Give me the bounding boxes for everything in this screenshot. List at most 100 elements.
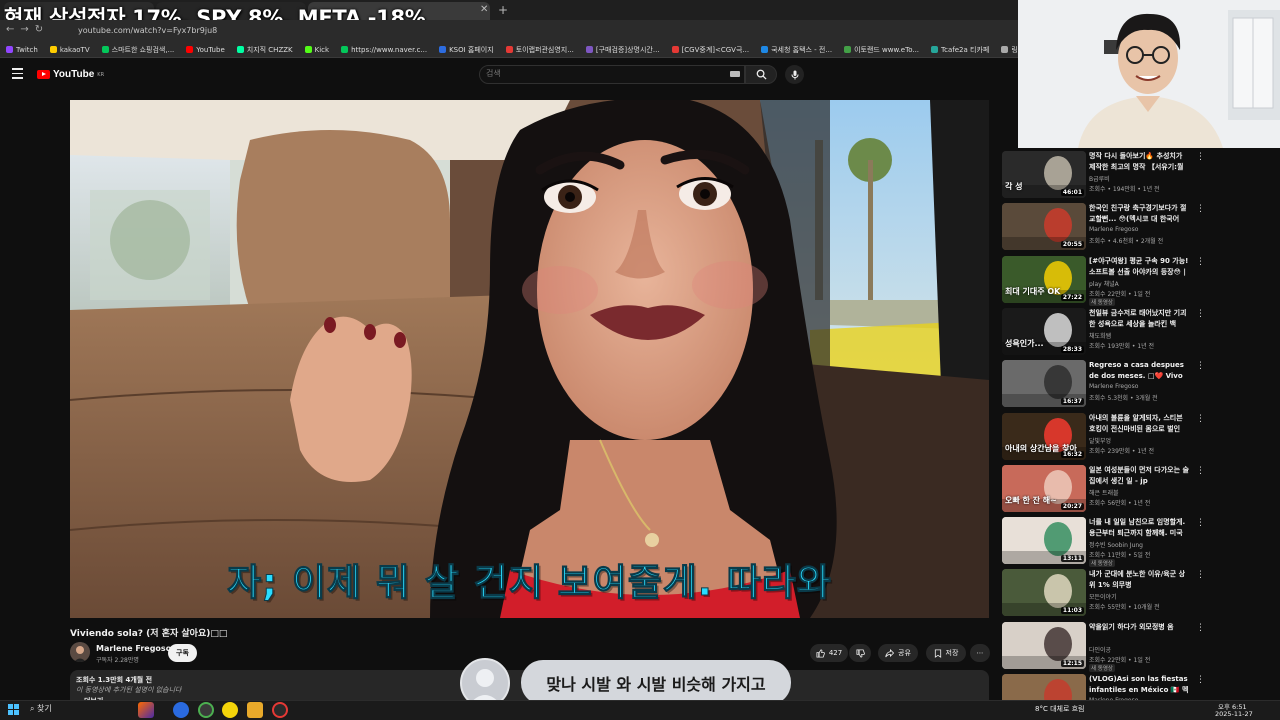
recommendation-channel[interactable]: 모든이야기 (1089, 592, 1117, 601)
recommendation-title[interactable]: [#야구여왕] 평균 구속 90 가능! 소프트볼 선출 아야카의 등장😳 | … (1089, 256, 1189, 278)
recommendation-item[interactable]: 성욕인가... 28:33 천일뷰 금수저로 태어났지만 기괴한 성욕으로 세상을 … (1000, 305, 1280, 357)
browser-nav-icons[interactable]: ←→↻ (6, 24, 49, 35)
more-vertical-icon[interactable]: ⋮ (1196, 518, 1205, 528)
recommendation-title[interactable]: Regreso a casa despues de dos meses. □❤️… (1089, 360, 1189, 382)
search-input[interactable] (486, 69, 706, 78)
more-vertical-icon[interactable]: ⋮ (1196, 675, 1205, 685)
like-button[interactable]: 427 (810, 644, 848, 662)
bookmark-item[interactable]: 이토랜드 www.eTo... (844, 45, 919, 55)
more-vertical-icon[interactable]: ⋮ (1196, 361, 1205, 371)
recommendation-channel[interactable]: 채도희쌤 (1089, 331, 1111, 340)
bookmark-item[interactable]: 토이랩퍼관심영지... (505, 45, 574, 55)
recommendation-item[interactable]: 12:15 약을읽기 하다가 외모정병 옴 다인이공 조회수 22만회 • 1일 전새… (1000, 619, 1280, 672)
video-thumbnail[interactable]: 오빠 한 잔 해~ 20:27 (1002, 464, 1086, 512)
clock-date[interactable]: 2025-11-27 (1215, 710, 1253, 718)
more-vertical-icon[interactable]: ⋮ (1196, 570, 1205, 580)
recommendation-title[interactable]: 약을읽기 하다가 외모정병 옴 (1089, 622, 1189, 633)
bookmark-item[interactable]: [구매검증]상명시간... (585, 45, 660, 55)
recommendation-title[interactable]: 천일뷰 금수저로 태어났지만 기괴한 성욕으로 세상을 놀라킨 백남... (1089, 308, 1189, 330)
bookmark-item[interactable]: Tcafe2a 티카페 (931, 45, 989, 55)
keyboard-icon[interactable] (730, 71, 740, 77)
video-thumbnail[interactable]: 11:03 (1002, 569, 1086, 617)
more-vertical-icon[interactable]: ⋮ (1196, 623, 1205, 633)
bookmark-item[interactable]: https://www.naver.c... (341, 46, 427, 54)
bookmark-item[interactable]: 치지직 CHZZK (236, 45, 293, 55)
recommendation-channel[interactable]: 달빛부엉 (1089, 436, 1111, 445)
more-vertical-icon[interactable]: ⋮ (1196, 152, 1205, 162)
new-tab-icon[interactable]: + (498, 3, 508, 17)
tab-close-icon[interactable]: ✕ (480, 4, 488, 15)
video-thumbnail[interactable]: 13:11 (1002, 517, 1086, 565)
recommendation-item[interactable]: 13:11 너를 내 일일 남친으로 임명할게. 용근부터 퇴근까지 함께해. 미… (1000, 514, 1280, 568)
recommendation-item[interactable]: 아내의 상간남을 찾아 16:32 아내의 불륜을 알게되자, 스티븐 호킹이 전신… (1000, 410, 1280, 462)
video-thumbnail[interactable]: 12:15 (1002, 621, 1086, 669)
recommendation-title[interactable]: 일본 여성분들이 먼저 다가오는 술집에서 생긴 일 - jp (1089, 465, 1189, 487)
more-horizontal-icon: ⋯ (976, 649, 984, 657)
more-vertical-icon[interactable]: ⋮ (1196, 466, 1205, 476)
recommendation-item[interactable]: 20:55 한국인 친구랑 축구경기보다가 절교할뻔... 😳(멕시코 대 한국어… (1000, 200, 1280, 252)
more-vertical-icon[interactable]: ⋮ (1196, 414, 1205, 424)
more-vertical-icon[interactable]: ⋮ (1196, 309, 1205, 319)
video-thumbnail[interactable]: 16:37 (1002, 360, 1086, 408)
recommendation-channel[interactable]: B급루비 (1089, 174, 1110, 183)
recommendation-title[interactable]: 너를 내 일일 남친으로 임명할게. 용근부터 퇴근까지 함께해. 미국직... (1089, 517, 1189, 539)
bookmark-item[interactable]: [CGV중계]<CGV극... (671, 45, 749, 55)
recommendation-title[interactable]: 한국인 친구랑 축구경기보다가 절교할뻔... 😳(멕시코 대 한국어ux... (1089, 203, 1189, 225)
bookmark-item[interactable]: Twitch (6, 46, 38, 54)
video-thumbnail[interactable]: 20:55 (1002, 203, 1086, 251)
recommendation-item[interactable]: 오빠 한 잔 해~ 20:27 일본 여성분들이 먼저 다가오는 술집에서 생긴 일… (1000, 462, 1280, 514)
recommendation-channel[interactable]: 정수빈 Soobin Jung (1089, 540, 1143, 549)
system-tray-weather[interactable]: 8°C 대체로 흐림 (1035, 704, 1085, 714)
recommendation-item[interactable]: 16:37 Regreso a casa despues de dos meses… (1000, 357, 1280, 409)
taskbar-app-icon[interactable] (222, 702, 238, 718)
taskbar-obs-icon[interactable] (272, 702, 288, 718)
recommendation-item[interactable]: 11:03 내가 군대에 분노한 이유/육군 상위 1% 의무병 모든이야기 조회수 … (1000, 566, 1280, 618)
video-thumbnail[interactable]: 아내의 상간남을 찾아 16:32 (1002, 412, 1086, 460)
recommendation-channel[interactable]: 해은 트래블 (1089, 488, 1119, 497)
search-button[interactable] (745, 65, 777, 84)
taskbar-folder-icon[interactable] (247, 702, 263, 718)
dislike-button[interactable] (849, 644, 871, 662)
recommendation-item[interactable]: 최대 기대주 OK 27:22 [#야구여왕] 평균 구속 90 가능! 소프트볼 … (1000, 253, 1280, 306)
video-duration: 46:01 (1060, 189, 1084, 196)
bookmark-item[interactable]: KSOI 홈페이지 (439, 45, 494, 55)
youtube-logo[interactable]: YouTube KR (37, 69, 104, 80)
recommendation-channel[interactable]: Marlene Fregoso (1089, 226, 1138, 233)
more-vertical-icon[interactable]: ⋮ (1196, 204, 1205, 214)
taskbar-chrome-icon[interactable] (198, 702, 214, 718)
bookmark-item[interactable]: 링크집 (1001, 45, 1018, 55)
url-field[interactable]: youtube.com/watch?v=Fyx7br9ju8 (78, 26, 217, 35)
video-thumbnail[interactable]: 성욕인가... 28:33 (1002, 307, 1086, 355)
channel-name[interactable]: Marlene Fregoso (96, 644, 171, 653)
more-vertical-icon[interactable]: ⋮ (1196, 257, 1205, 267)
video-player[interactable]: 자; 이제 뭐 살 건지 보여줄게. 따라와 (70, 100, 989, 618)
bookmark-item[interactable]: YouTube (186, 46, 225, 54)
recommendation-channel[interactable]: 다인이공 (1089, 645, 1111, 654)
windows-start-icon[interactable] (8, 704, 19, 715)
taskbar-search[interactable]: ⌕ 찾기 (30, 703, 52, 714)
bookmark-item[interactable]: kakaoTV (49, 46, 90, 54)
recommendation-item[interactable]: 각 성 46:01 명작 다시 돌아보기🔥 추성치가 제작한 최고의 명작 【서유기… (1000, 148, 1280, 200)
bookmark-item[interactable]: 스마트한 쇼핑검색,... (101, 45, 174, 55)
recommendation-title[interactable]: 내가 군대에 분노한 이유/육군 상위 1% 의무병 (1089, 569, 1189, 591)
recommendation-title[interactable]: 아내의 불륜을 알게되자, 스티븐 호킹이 전신마비된 몸으로 벌인 기... (1089, 413, 1189, 435)
taskbar-app-icon[interactable] (138, 702, 154, 718)
more-actions-button[interactable]: ⋯ (970, 644, 990, 662)
channel-avatar[interactable] (70, 642, 90, 662)
recommendation-channel[interactable]: Marlene Fregoso (1089, 383, 1138, 390)
menu-icon[interactable] (12, 68, 23, 82)
voice-search-button[interactable] (785, 65, 804, 84)
recommendation-title[interactable]: 명작 다시 돌아보기🔥 추성치가 제작한 최고의 명작 【서유기:월광... (1089, 151, 1189, 173)
recommendation-channel[interactable]: play 채널A (1089, 279, 1119, 288)
recommendation-title[interactable]: (VLOG)Asi son las fiestas infantiles en … (1089, 674, 1189, 696)
save-button[interactable]: 저장 (926, 644, 966, 662)
subscribe-button[interactable]: 구독 (168, 644, 197, 662)
bookmark-item[interactable]: 국세청 홈택스 - 전... (761, 45, 832, 55)
taskbar-copilot-icon[interactable] (173, 702, 189, 718)
bookmark-item[interactable]: Kick (304, 46, 329, 54)
video-thumbnail[interactable]: 각 성 46:01 (1002, 151, 1086, 198)
recommendation-meta: 조회수 56만회 • 1년 전 (1089, 499, 1151, 507)
share-button[interactable]: 공유 (878, 644, 918, 662)
video-thumbnail[interactable]: 최대 기대주 OK 27:22 (1002, 255, 1086, 303)
bookmark-icon (934, 648, 941, 658)
